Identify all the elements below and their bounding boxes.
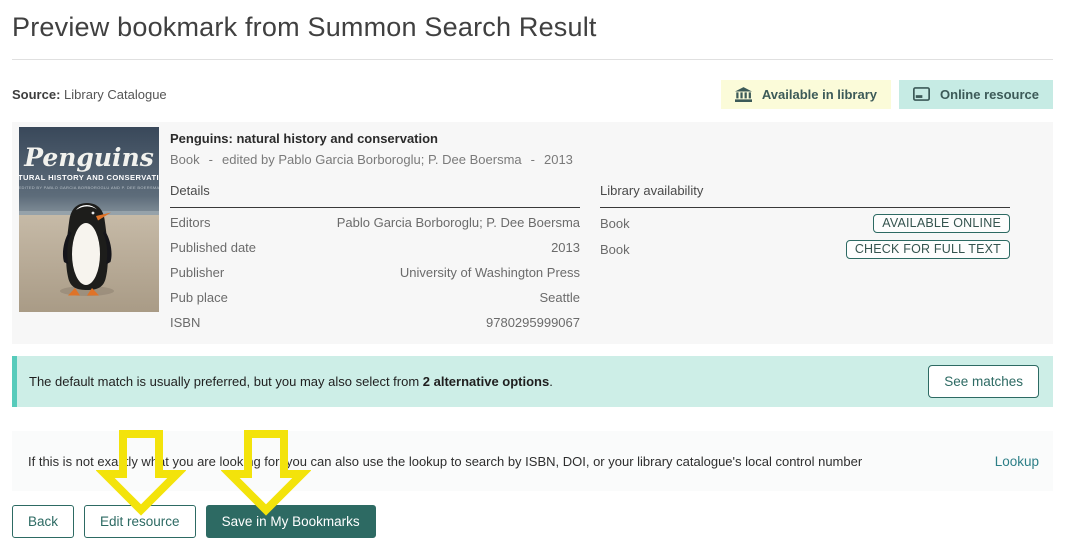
book-meta-line: Book - edited by Pablo Garcia Borboroglu… — [170, 152, 1046, 167]
lookup-section: If this is not exactly what you are look… — [12, 431, 1053, 491]
source-text: Source: Library Catalogue — [12, 87, 167, 102]
badge-online-resource: Online resource — [899, 79, 1053, 109]
detail-row: Published date 2013 — [170, 240, 580, 255]
detail-row: ISBN 9780295999067 — [170, 315, 580, 330]
availability-badges: Available in library Online resource — [720, 79, 1053, 109]
source-row: Source: Library Catalogue Available in l… — [12, 78, 1053, 110]
lookup-help-text: If this is not exactly what you are look… — [28, 453, 863, 469]
book-cover-image: Penguins NATURAL HISTORY AND CONSERVATIO… — [7, 127, 171, 312]
detail-row: Editors Pablo Garcia Borboroglu; P. Dee … — [170, 215, 580, 230]
edit-resource-button[interactable]: Edit resource — [84, 505, 196, 538]
availability-heading: Library availability — [600, 183, 1010, 208]
detail-columns: Details Editors Pablo Garcia Borboroglu;… — [170, 183, 1046, 333]
available-online-chip[interactable]: AVAILABLE ONLINE — [873, 213, 1010, 233]
detail-row: Pub place Seattle — [170, 290, 580, 305]
check-for-full-text-chip[interactable]: CHECK FOR FULL TEXT — [845, 239, 1010, 259]
page-title: Preview bookmark from Summon Search Resu… — [12, 12, 597, 42]
details-column: Details Editors Pablo Garcia Borboroglu;… — [170, 183, 580, 333]
book-type: Book — [170, 152, 200, 167]
badge-label: Online resource — [940, 86, 1039, 102]
svg-text:Penguins: Penguins — [23, 143, 154, 172]
preview-bookmark-page: Preview bookmark from Summon Search Resu… — [0, 0, 1065, 553]
action-buttons-row: Back Edit resource Save in My Bookmarks — [12, 505, 1053, 538]
detail-row: Publisher University of Washington Press — [170, 265, 580, 280]
meta-separator: - — [208, 152, 213, 167]
save-in-my-bookmarks-button[interactable]: Save in My Bookmarks — [205, 505, 376, 538]
title-divider — [12, 59, 1053, 60]
source-value: Library Catalogue — [64, 86, 167, 102]
see-matches-button[interactable]: See matches — [928, 365, 1039, 398]
availability-row: Book AVAILABLE ONLINE — [600, 212, 1010, 234]
badge-label: Available in library — [761, 86, 878, 102]
book-title: Penguins: natural history and conservati… — [170, 131, 438, 146]
svg-text:EDITED BY PABLO GARCIA BORBORO: EDITED BY PABLO GARCIA BORBOROGLU AND P.… — [19, 185, 159, 190]
book-year: 2013 — [543, 152, 573, 167]
bookmark-preview-card: Penguins NATURAL HISTORY AND CONSERVATIO… — [7, 122, 1053, 344]
library-availability-column: Library availability Book AVAILABLE ONLI… — [600, 183, 1010, 333]
banner-text: The default match is usually preferred, … — [29, 374, 553, 389]
details-heading: Details — [170, 183, 580, 208]
book-details-panel: Penguins: natural history and conservati… — [170, 127, 1046, 330]
book-byline: edited by Pablo Garcia Borboroglu; P. De… — [221, 152, 522, 167]
svg-text:NATURAL HISTORY AND CONSERVATI: NATURAL HISTORY AND CONSERVATION — [19, 173, 159, 182]
lookup-link[interactable]: Lookup — [995, 454, 1039, 469]
alternative-options-count: 2 alternative options — [422, 374, 550, 389]
library-building-icon — [734, 86, 752, 102]
badge-available-in-library: Available in library — [720, 79, 892, 109]
alternative-options-banner: The default match is usually preferred, … — [12, 356, 1053, 407]
back-button[interactable]: Back — [12, 505, 75, 538]
online-resource-icon — [913, 87, 931, 101]
source-label: Source: — [12, 86, 61, 102]
meta-separator: - — [530, 152, 535, 167]
availability-row: Book CHECK FOR FULL TEXT — [600, 238, 1010, 260]
